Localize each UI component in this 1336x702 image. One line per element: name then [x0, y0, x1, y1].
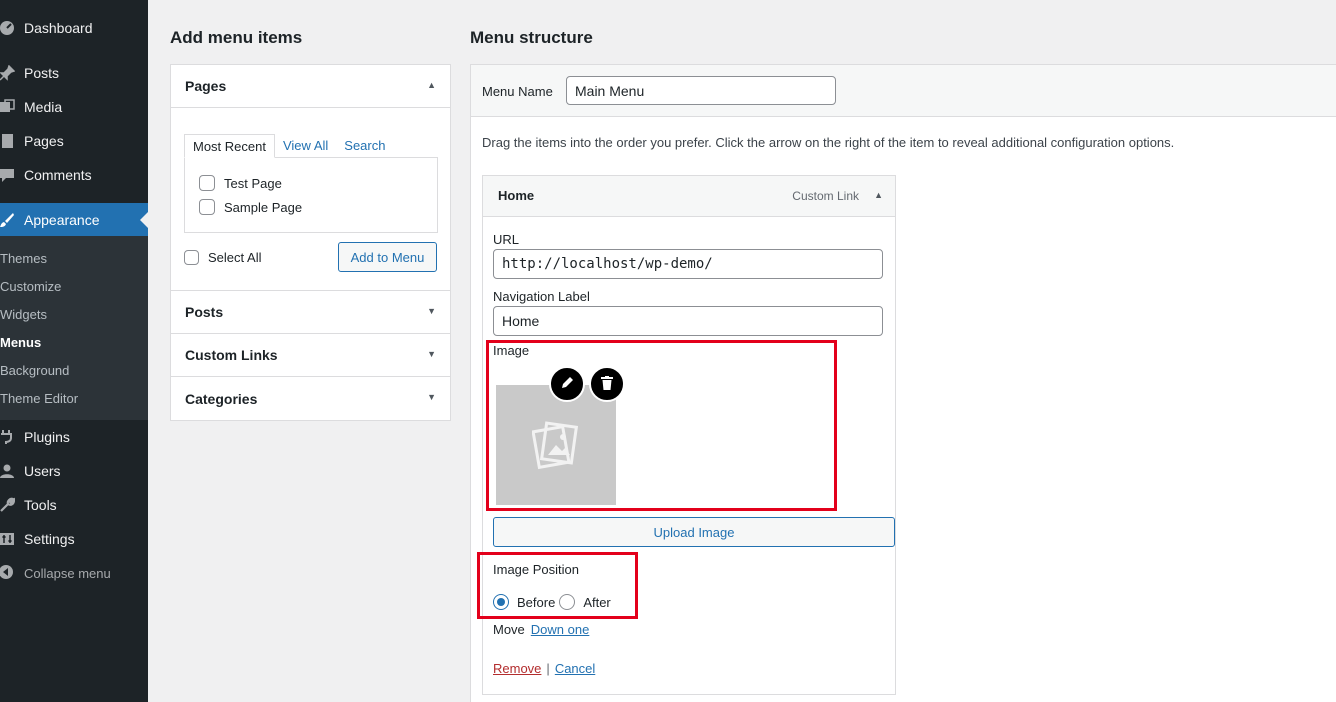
custom-links-section-header[interactable]: Custom Links ▼ — [171, 334, 450, 377]
sidebar-item-appearance[interactable]: Appearance — [0, 203, 148, 237]
collapse-menu-button[interactable]: Collapse menu — [0, 561, 148, 585]
sidebar-item-plugins[interactable]: Plugins — [0, 420, 148, 454]
collapse-up-icon[interactable]: ▲ — [874, 190, 883, 200]
section-title: Categories — [185, 390, 258, 407]
submenu-item-customize[interactable]: Customize — [0, 279, 61, 294]
url-input[interactable]: http://localhost/wp-demo/ — [493, 249, 883, 279]
section-title: Custom Links — [185, 347, 278, 363]
media-icon — [0, 98, 16, 116]
upload-image-button[interactable]: Upload Image — [493, 517, 895, 547]
tab-search[interactable]: Search — [336, 134, 393, 158]
section-title: Pages — [185, 78, 227, 94]
move-label: Move — [493, 622, 525, 637]
move-row: Move Down one — [493, 622, 589, 637]
item-actions: Remove | Cancel — [493, 661, 595, 676]
sidebar-item-label: Settings — [24, 531, 75, 547]
menu-name-label: Menu Name — [482, 84, 553, 99]
collapse-up-icon: ▲ — [427, 80, 436, 90]
submenu-item-themes[interactable]: Themes — [0, 251, 47, 266]
categories-section-header[interactable]: Categories ▼ — [171, 377, 450, 420]
remove-link[interactable]: Remove — [493, 661, 541, 676]
navigation-label-label: Navigation Label — [493, 289, 590, 304]
sidebar-item-label: Users — [24, 463, 61, 479]
actions-separator: | — [546, 661, 550, 676]
pin-icon — [0, 64, 16, 82]
menu-item-title: Home — [498, 188, 535, 203]
tab-most-recent[interactable]: Most Recent — [184, 134, 275, 158]
sidebar-item-label: Pages — [24, 133, 64, 149]
user-icon — [0, 462, 16, 480]
sidebar-item-media[interactable]: Media — [0, 90, 148, 124]
pages-section-header[interactable]: Pages ▲ — [171, 65, 450, 108]
pages-tabs: Most Recent View All Search — [184, 134, 393, 158]
expand-down-icon: ▼ — [427, 306, 436, 316]
url-label: URL — [493, 232, 520, 247]
submenu-item-theme-editor[interactable]: Theme Editor — [0, 391, 78, 406]
sidebar-item-label: Plugins — [24, 429, 70, 445]
page-item-label: Sample Page — [224, 199, 303, 215]
page-item-sample-page: Sample Page — [199, 199, 302, 215]
select-all-row: Select All — [184, 250, 261, 265]
sidebar-item-label: Tools — [24, 497, 57, 513]
sidebar-item-posts[interactable]: Posts — [0, 56, 148, 90]
admin-sidebar: Dashboard Posts Media Pages Comments App… — [0, 0, 148, 702]
sidebar-item-users[interactable]: Users — [0, 454, 148, 488]
menu-name-input[interactable]: Main Menu — [566, 76, 836, 105]
brush-icon — [0, 211, 16, 229]
menu-name-header: Menu Name Main Menu — [471, 65, 1336, 117]
collapse-arrow-icon — [0, 564, 14, 583]
page-item-test-page: Test Page — [199, 175, 282, 191]
dashboard-icon — [0, 19, 16, 37]
sidebar-item-dashboard[interactable]: Dashboard — [0, 11, 148, 45]
collapse-menu-label: Collapse menu — [24, 565, 111, 581]
sidebar-item-comments[interactable]: Comments — [0, 158, 148, 192]
expand-down-icon: ▼ — [427, 349, 436, 359]
navigation-label-input[interactable]: Home — [493, 306, 883, 336]
image-highlight-box — [486, 340, 837, 511]
comment-icon — [0, 166, 16, 184]
sidebar-item-pages[interactable]: Pages — [0, 124, 148, 158]
image-position-highlight-box — [477, 552, 638, 619]
sidebar-item-label: Media — [24, 99, 63, 115]
wrench-icon — [0, 496, 16, 514]
section-title: Posts — [185, 304, 224, 320]
menu-item-type: Custom Link — [792, 189, 859, 203]
add-to-menu-button[interactable]: Add to Menu — [338, 242, 437, 272]
add-menu-items-accordion: Pages ▲ Most Recent View All Search Test… — [170, 64, 451, 421]
pages-tab-panel: Test Page Sample Page — [184, 157, 438, 233]
menu-item-handle[interactable]: Home Custom Link ▲ — [483, 176, 895, 217]
expand-down-icon: ▼ — [427, 392, 436, 402]
add-menu-items-title: Add menu items — [170, 28, 303, 47]
pages-icon — [0, 132, 16, 150]
pages-section-body: Most Recent View All Search Test Page Sa… — [171, 108, 450, 291]
drag-instructions: Drag the items into the order you prefer… — [482, 135, 1175, 150]
appearance-submenu: Themes Customize Widgets Menus Backgroun… — [0, 236, 148, 420]
submenu-item-widgets[interactable]: Widgets — [0, 307, 47, 322]
settings-icon — [0, 530, 16, 548]
sidebar-item-label: Comments — [24, 167, 92, 183]
sidebar-item-settings[interactable]: Settings — [0, 522, 148, 556]
sidebar-item-label: Appearance — [24, 212, 100, 228]
submenu-item-background[interactable]: Background — [0, 363, 69, 378]
sidebar-item-label: Dashboard — [24, 20, 93, 36]
test-page-checkbox[interactable] — [199, 175, 215, 191]
posts-section-header[interactable]: Posts ▼ — [171, 291, 450, 334]
sample-page-checkbox[interactable] — [199, 199, 215, 215]
plugin-icon — [0, 428, 16, 446]
move-down-one-link[interactable]: Down one — [531, 622, 590, 637]
cancel-link[interactable]: Cancel — [555, 661, 595, 676]
submenu-item-menus[interactable]: Menus — [0, 335, 41, 350]
select-all-checkbox[interactable] — [184, 250, 199, 265]
tab-view-all[interactable]: View All — [275, 134, 336, 158]
menu-structure-title: Menu structure — [470, 28, 593, 47]
sidebar-item-tools[interactable]: Tools — [0, 488, 148, 522]
select-all-label: Select All — [208, 250, 262, 265]
page-item-label: Test Page — [224, 175, 282, 191]
sidebar-item-label: Posts — [24, 65, 60, 81]
